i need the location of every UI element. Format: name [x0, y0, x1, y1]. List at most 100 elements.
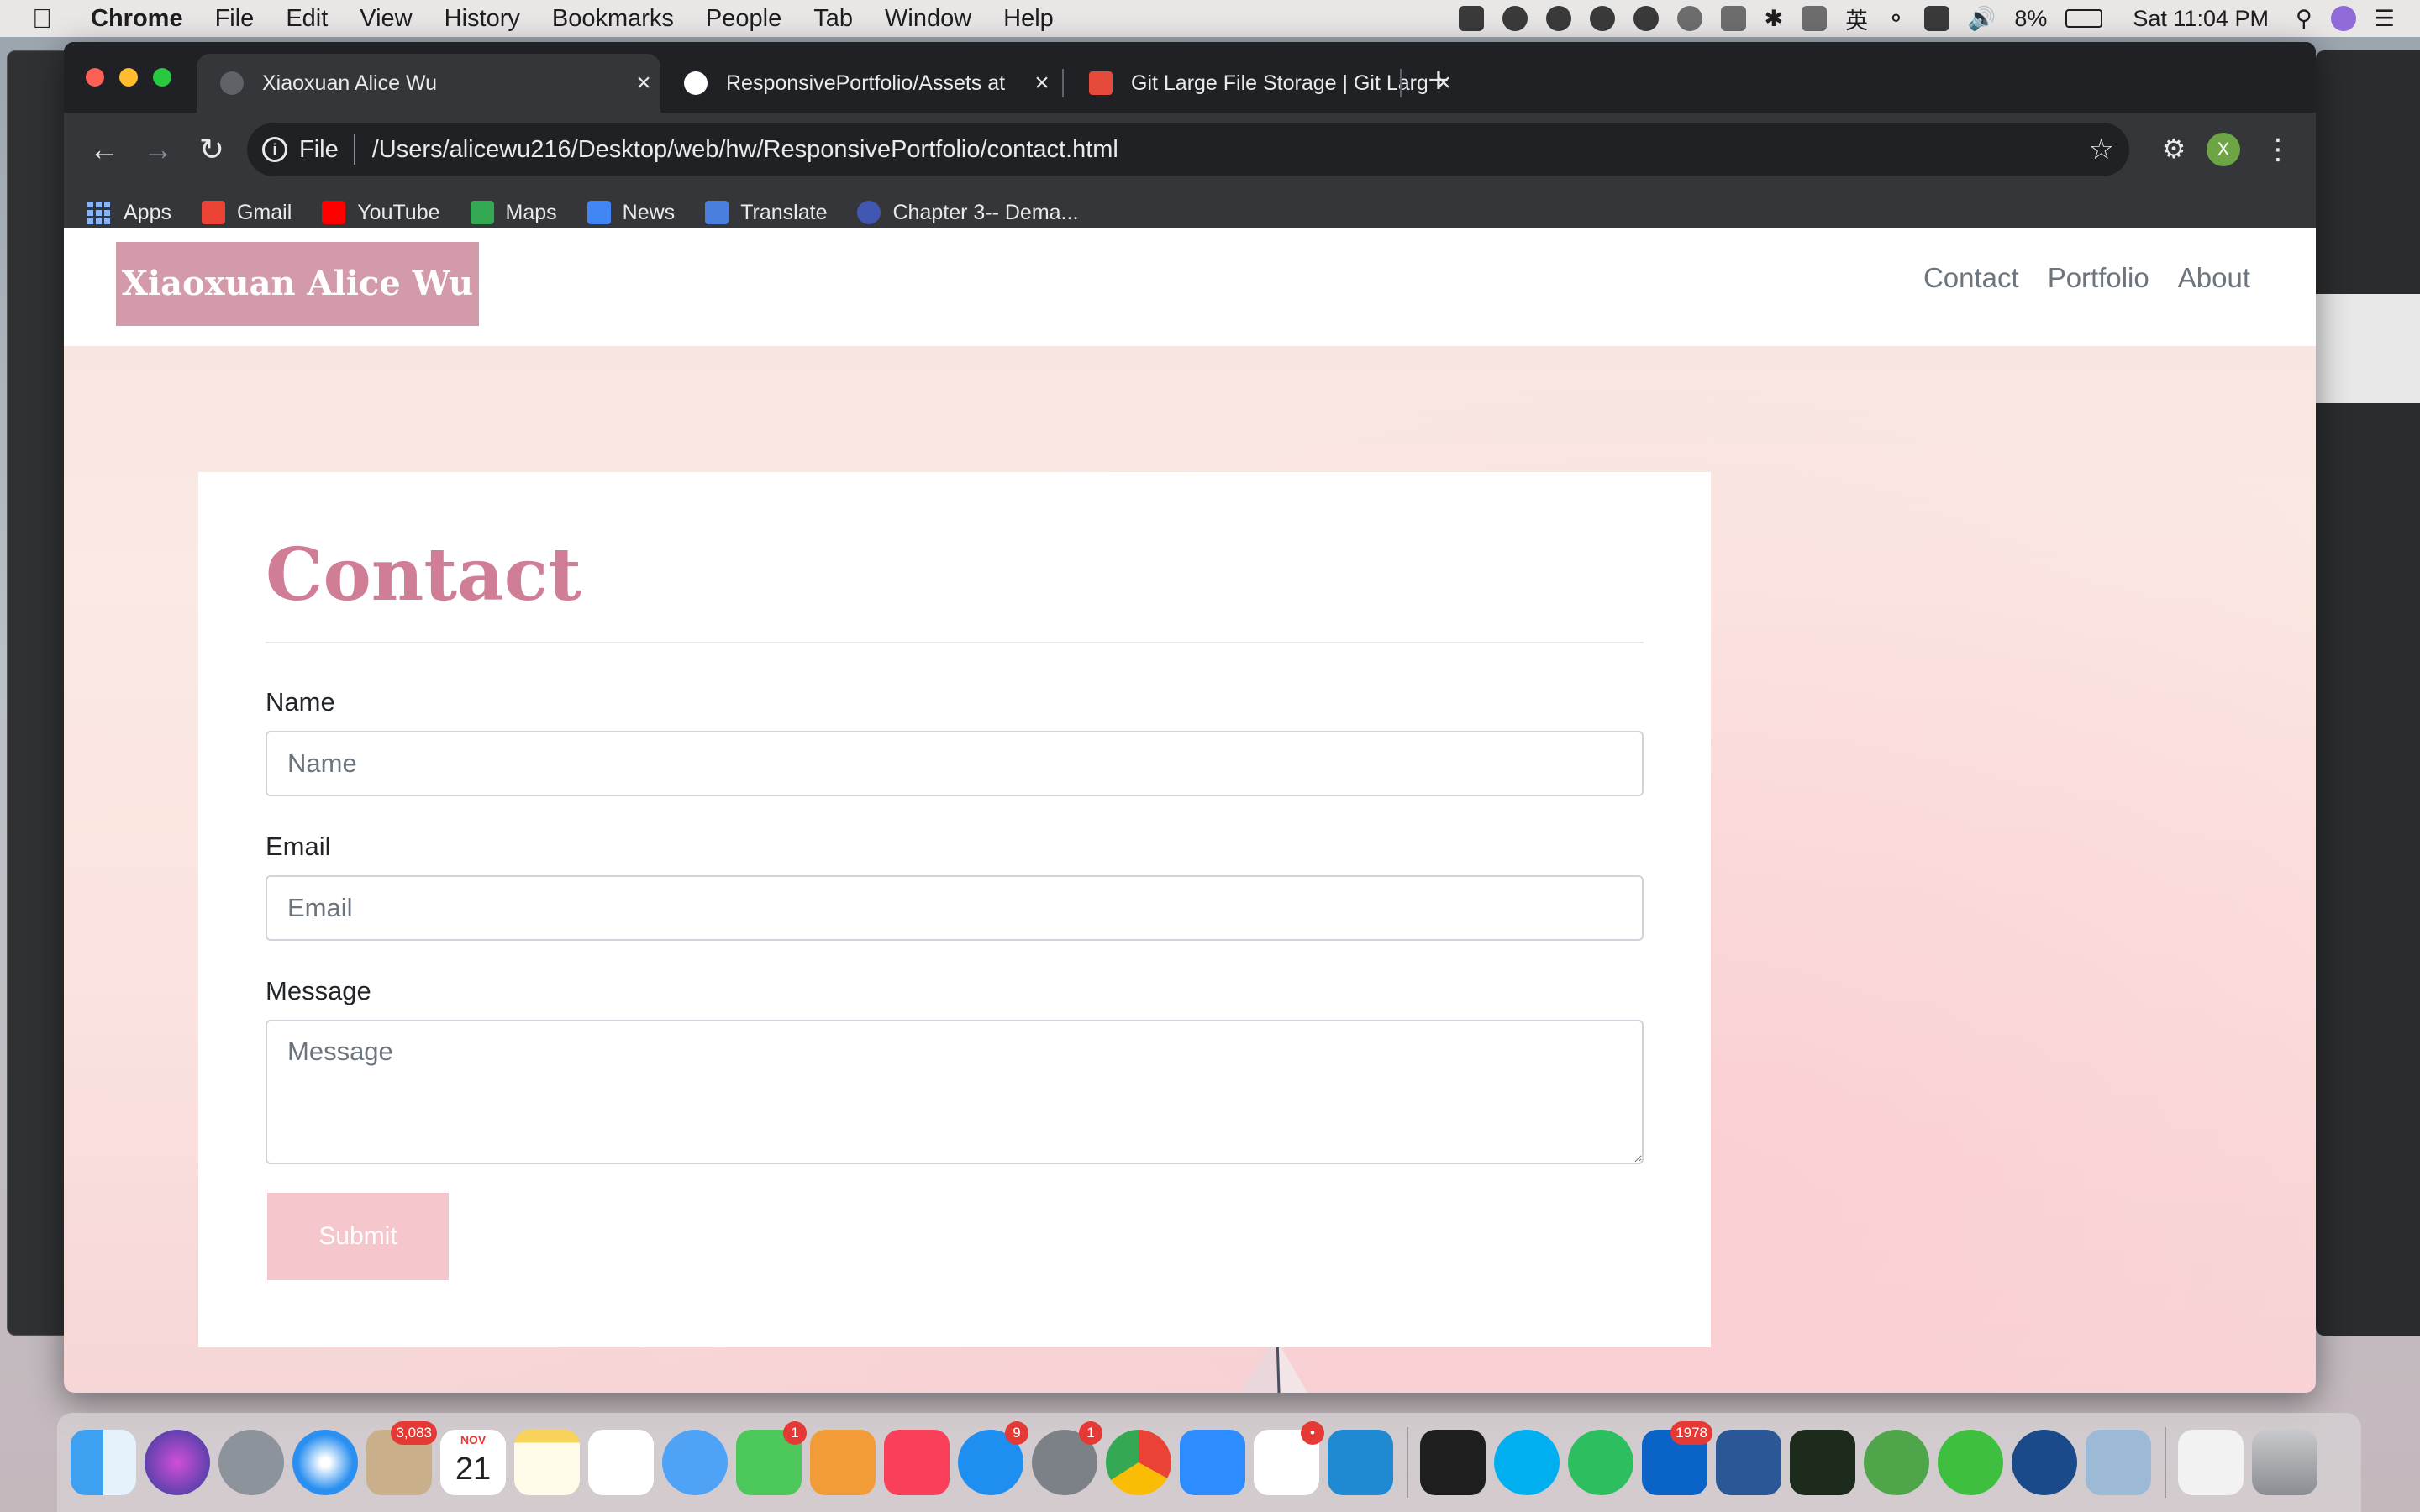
menu-edit[interactable]: Edit: [286, 5, 328, 33]
forward-button[interactable]: →: [138, 129, 178, 170]
finder-icon[interactable]: [71, 1430, 136, 1495]
address-bar[interactable]: i File /Users/alicewu216/Desktop/web/hw/…: [247, 123, 2129, 176]
trash-icon[interactable]: [2252, 1430, 2317, 1495]
display-status-icon[interactable]: [1802, 6, 1828, 31]
evernote-icon[interactable]: [1568, 1430, 1634, 1495]
email-input[interactable]: [266, 875, 1644, 941]
wechat-status-icon[interactable]: [1633, 6, 1659, 31]
cd-app-icon[interactable]: [1864, 1430, 1929, 1495]
volume-icon[interactable]: 🔊: [1968, 5, 1996, 32]
tab-separator: [1062, 69, 1064, 97]
cloud-status-icon[interactable]: [1589, 6, 1615, 31]
youtube-icon: [322, 201, 346, 224]
music-icon[interactable]: [884, 1430, 950, 1495]
facetime-badge: 1: [783, 1421, 807, 1445]
close-tab-icon[interactable]: ×: [1025, 69, 1059, 97]
bookmark-apps[interactable]: Apps: [87, 201, 171, 225]
info-icon[interactable]: i: [262, 137, 287, 162]
facetime-icon[interactable]: 1: [736, 1421, 807, 1495]
menu-view[interactable]: View: [360, 5, 412, 33]
close-tab-icon[interactable]: ×: [627, 69, 660, 97]
slack-icon[interactable]: •: [1254, 1421, 1324, 1495]
bookmark-translate[interactable]: Translate: [705, 201, 827, 225]
emoji-status-icon[interactable]: [1676, 6, 1702, 31]
close-window-button[interactable]: [86, 68, 104, 87]
wechat-icon[interactable]: [1938, 1430, 2003, 1495]
message-textarea[interactable]: [266, 1020, 1644, 1164]
reminders-icon[interactable]: [588, 1430, 654, 1495]
input-method-indicator[interactable]: 英: [1845, 3, 1868, 35]
wifi-icon[interactable]: ⚬: [1886, 6, 1906, 32]
quicktime-icon[interactable]: [2012, 1430, 2077, 1495]
calendar-icon[interactable]: NOV 21: [440, 1430, 506, 1495]
menu-help[interactable]: Help: [1003, 5, 1054, 33]
profile-avatar[interactable]: X: [2207, 133, 2240, 166]
safari-icon[interactable]: [292, 1430, 358, 1495]
battery-icon[interactable]: [2065, 9, 2103, 28]
url-text[interactable]: /Users/alicewu216/Desktop/web/hw/Respons…: [372, 136, 1118, 164]
menu-app-chrome[interactable]: Chrome: [91, 5, 183, 33]
word-icon[interactable]: [1716, 1430, 1781, 1495]
site-brand[interactable]: Xiaoxuan Alice Wu: [116, 242, 479, 326]
nav-link-contact[interactable]: Contact: [1923, 262, 2019, 294]
nav-link-portfolio[interactable]: Portfolio: [2048, 262, 2149, 294]
menu-file[interactable]: File: [215, 5, 255, 33]
new-tab-button[interactable]: +: [1418, 62, 1459, 102]
bookmark-chapter-3[interactable]: Chapter 3-- Dema...: [857, 201, 1078, 225]
notification-center-icon[interactable]: ☰: [2375, 6, 2395, 32]
zoom-status-icon[interactable]: [1458, 6, 1484, 31]
apple-logo-icon[interactable]: : [32, 3, 66, 34]
tab-separator: [1400, 69, 1402, 97]
bookmark-star-icon[interactable]: ☆: [2089, 133, 2114, 166]
bookmark-maps[interactable]: Maps: [470, 201, 557, 225]
mail-icon[interactable]: 3,083: [366, 1421, 437, 1495]
tab-responsive-portfolio-assets[interactable]: ResponsivePortfolio/Assets at ×: [660, 54, 1059, 113]
vscode-icon[interactable]: [1328, 1430, 1393, 1495]
clock[interactable]: Sat 11:04 PM: [2133, 6, 2269, 32]
pages-icon[interactable]: [810, 1430, 876, 1495]
terminal-icon[interactable]: [1420, 1430, 1486, 1495]
bookmark-youtube[interactable]: YouTube: [322, 201, 440, 225]
outlook-icon[interactable]: 1978: [1642, 1421, 1712, 1495]
back-button[interactable]: ←: [84, 129, 124, 170]
notes-icon[interactable]: [514, 1430, 580, 1495]
microphone-status-icon[interactable]: [1720, 6, 1746, 31]
launchpad-icon[interactable]: [218, 1430, 284, 1495]
maximize-window-button[interactable]: [153, 68, 171, 87]
activity-monitor-icon[interactable]: [1790, 1430, 1855, 1495]
siri-icon[interactable]: [145, 1430, 210, 1495]
submit-button[interactable]: Submit: [267, 1193, 449, 1280]
menu-tab[interactable]: Tab: [813, 5, 853, 33]
s-app-status-icon[interactable]: [1923, 6, 1949, 31]
system-preferences-icon[interactable]: 1: [1032, 1421, 1102, 1495]
zoom-icon[interactable]: [1180, 1430, 1245, 1495]
reload-button[interactable]: ↻: [192, 129, 232, 170]
skype-icon[interactable]: [1494, 1430, 1560, 1495]
battery-percent[interactable]: 8%: [2014, 6, 2047, 32]
menu-bar-status-area: ✱ 英 ⚬ 🔊 8% Sat 11:04 PM ⚲ ☰: [1458, 0, 2395, 37]
spotlight-search-icon[interactable]: ⚲: [2296, 6, 2312, 32]
extensions-puzzle-icon[interactable]: ⚙: [2156, 133, 2191, 168]
evernote-status-icon[interactable]: [1502, 6, 1528, 31]
menu-people[interactable]: People: [706, 5, 781, 33]
bluetooth-icon[interactable]: ✱: [1765, 6, 1784, 32]
nav-link-about[interactable]: About: [2178, 262, 2250, 294]
chrome-icon[interactable]: [1106, 1430, 1171, 1495]
siri-icon[interactable]: [2330, 6, 2356, 31]
checkmark-status-icon[interactable]: [1545, 6, 1571, 31]
translate-icon: [705, 201, 729, 224]
messages-icon[interactable]: [662, 1430, 728, 1495]
document-window-icon[interactable]: [2178, 1430, 2244, 1495]
chrome-menu-icon[interactable]: ⋮: [2264, 131, 2292, 168]
menu-history[interactable]: History: [445, 5, 520, 33]
minimize-window-button[interactable]: [119, 68, 138, 87]
preview-icon[interactable]: [2086, 1430, 2151, 1495]
tab-xiaoxuan-alice-wu[interactable]: Xiaoxuan Alice Wu ×: [197, 54, 660, 113]
bookmark-news[interactable]: News: [587, 201, 675, 225]
menu-bookmarks[interactable]: Bookmarks: [552, 5, 674, 33]
menu-window[interactable]: Window: [885, 5, 971, 33]
bookmark-gmail[interactable]: Gmail: [201, 201, 292, 225]
app-store-icon[interactable]: 9: [958, 1421, 1028, 1495]
name-input[interactable]: [266, 731, 1644, 796]
background-window-panel: [2316, 294, 2420, 403]
